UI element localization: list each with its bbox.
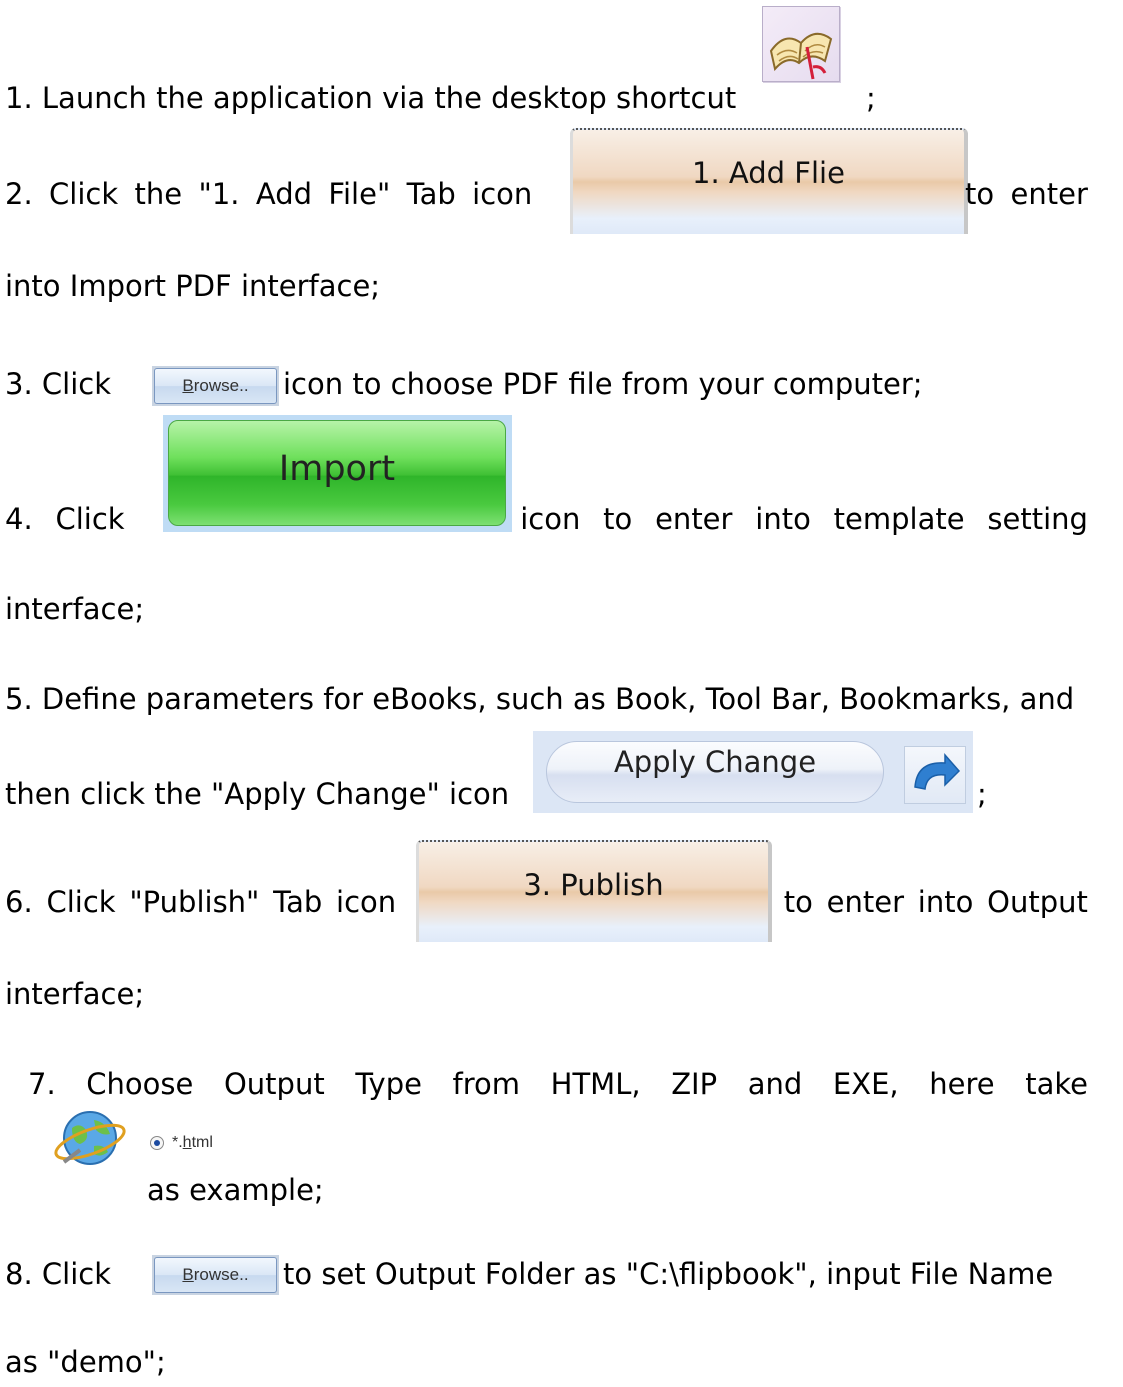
- step-6-word: enter: [826, 885, 904, 919]
- step-2-line-1: 2. Click the "1. Add File" Tab icon to e…: [5, 176, 1088, 212]
- step-1-text: 1. Launch the application via the deskto…: [5, 81, 737, 115]
- step-2-word: "1.: [198, 177, 240, 211]
- step-6-word: Click: [46, 885, 116, 919]
- step-7-word: 7.: [28, 1067, 56, 1101]
- browse-button-label: Browse..: [182, 376, 249, 395]
- step-7-word: here: [929, 1067, 995, 1101]
- step-6-word: "Publish": [129, 885, 260, 919]
- step-7-word: take: [1025, 1067, 1088, 1101]
- step-3-before: 3. Click: [5, 367, 111, 401]
- apply-change-button-label: Apply Change: [613, 745, 817, 779]
- step-7-word: ZIP: [671, 1067, 718, 1101]
- step-7-word: Output: [223, 1067, 325, 1101]
- step-1-semicolon: ;: [866, 81, 876, 115]
- step-7-word: from: [452, 1067, 521, 1101]
- import-button-label: Import: [278, 449, 396, 489]
- step-8-before: 8. Click: [5, 1257, 111, 1291]
- html-output-option: *.html: [150, 1134, 213, 1152]
- step-4-word: 4.: [5, 502, 33, 536]
- step-7-word: and: [747, 1067, 803, 1101]
- step-6-line-2: interface;: [5, 977, 145, 1011]
- step-7-line-1: 7. Choose Output Type from HTML, ZIP and…: [28, 1066, 1088, 1102]
- step-6-word: Tab: [273, 885, 323, 919]
- step-2-line-2: into Import PDF interface;: [5, 269, 381, 303]
- step-2-word: Tab: [406, 177, 456, 211]
- step-4-word: into: [755, 502, 811, 536]
- step-4-word: to: [603, 502, 633, 536]
- step-4-word: Click: [55, 502, 125, 536]
- step-4-word: enter: [655, 502, 733, 536]
- step-7-line-2: as example;: [147, 1173, 324, 1207]
- step-6-word: to: [783, 885, 813, 919]
- step-4-line-1: 4. Click icon to enter into template set…: [5, 501, 1088, 537]
- step-8-line-2: as "demo";: [5, 1345, 166, 1379]
- curved-arrow-icon: [904, 746, 966, 804]
- step-2-word: Click: [49, 177, 119, 211]
- step-2-word: Add: [255, 177, 313, 211]
- step-6-word: Output: [987, 885, 1088, 919]
- step-5-line-2: then click the "Apply Change" icon: [5, 777, 510, 811]
- step-2-word: the: [134, 177, 183, 211]
- step-6-word: 6.: [5, 885, 33, 919]
- browse-button-label: Browse..: [182, 1265, 249, 1284]
- step-6-line-1: 6. Click "Publish" Tab icon to enter int…: [5, 884, 1088, 920]
- browse-button-image: Browse..: [154, 1257, 277, 1293]
- step-3-after: icon to choose PDF file from your comput…: [283, 367, 923, 401]
- open-book-icon: [762, 6, 840, 82]
- step-4-line-2: interface;: [5, 592, 145, 626]
- step-2-word: 2.: [5, 177, 33, 211]
- radio-selected-icon: [150, 1136, 164, 1150]
- step-2-word: icon: [472, 177, 533, 211]
- step-4-word: icon: [520, 502, 581, 536]
- step-7-word: Type: [355, 1067, 422, 1101]
- step-7-word: Choose: [86, 1067, 194, 1101]
- step-7-word: EXE,: [832, 1067, 899, 1101]
- step-8-after: to set Output Folder as "C:\flipbook", i…: [283, 1257, 1054, 1291]
- step-4-word: template: [833, 502, 965, 536]
- step-2-word: enter: [1010, 177, 1088, 211]
- step-2-word: to: [965, 177, 995, 211]
- step-6-word: icon: [336, 885, 397, 919]
- step-6-word: into: [917, 885, 974, 919]
- step-7-word: HTML,: [550, 1067, 641, 1101]
- globe-icon: [50, 1100, 130, 1180]
- browse-button-image: Browse..: [154, 368, 277, 404]
- step-2-word: File": [328, 177, 391, 211]
- html-option-label: *.html: [172, 1134, 213, 1151]
- step-5-line-1: 5. Define parameters for eBooks, such as…: [5, 682, 1075, 716]
- step-5-semicolon: ;: [977, 777, 987, 811]
- step-4-word: setting: [987, 502, 1088, 536]
